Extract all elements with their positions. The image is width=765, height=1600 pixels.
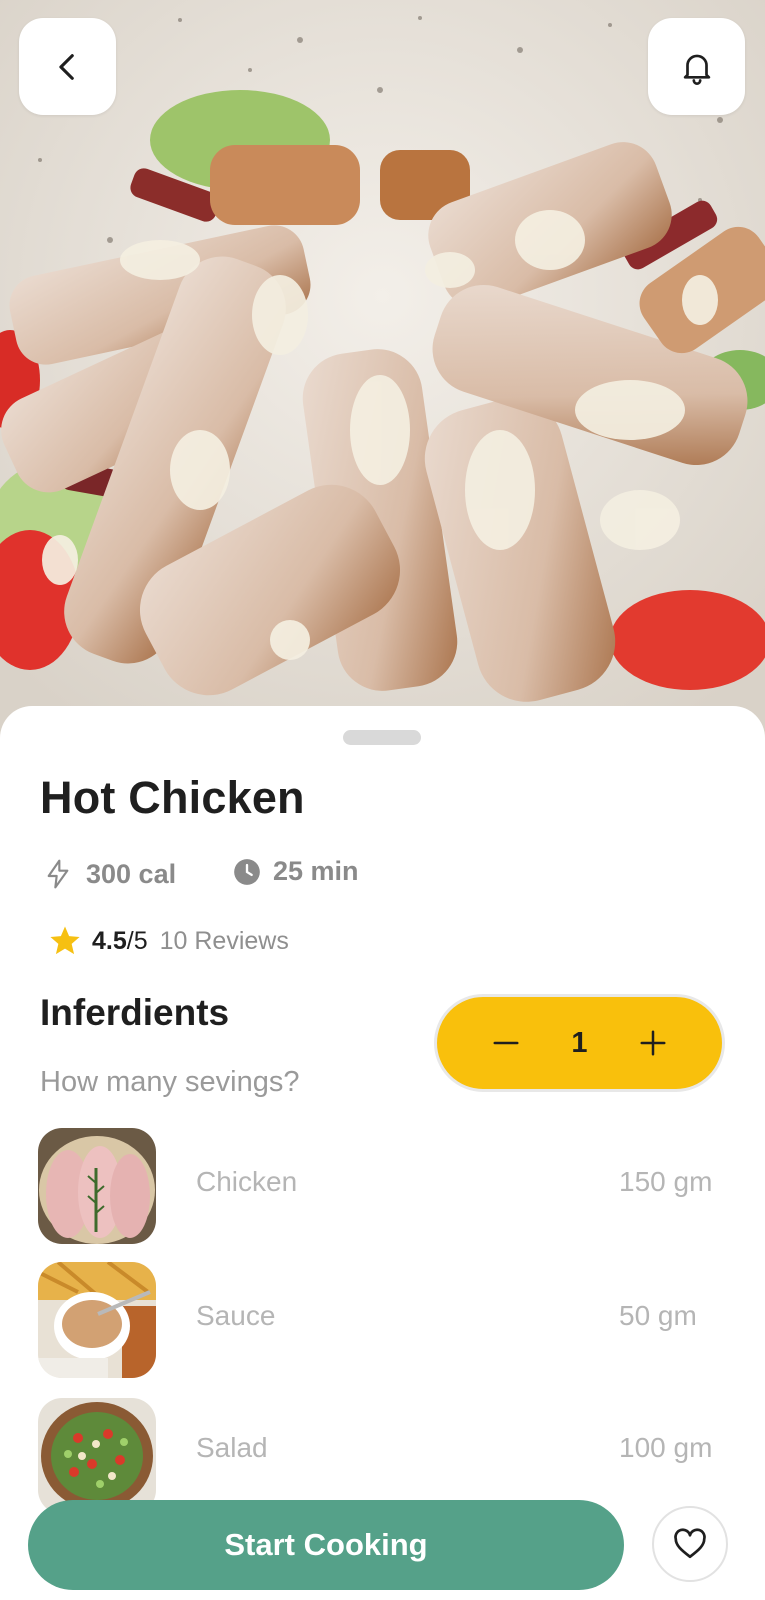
rating: 4.5 /5 10 Reviews	[48, 924, 289, 958]
servings-stepper: 1	[434, 994, 725, 1092]
ingredient-row-sauce[interactable]: Sauce 50 gm	[0, 1262, 765, 1378]
chicken-thumbnail	[38, 1128, 156, 1244]
time-value: 25 min	[273, 856, 359, 886]
ingredients-title: Inferdients	[40, 992, 230, 1033]
servings-question: How many sevings?	[40, 1066, 300, 1098]
favorite-button[interactable]	[652, 1506, 728, 1582]
salad-thumbnail	[38, 1398, 156, 1514]
increase-button[interactable]	[636, 1026, 670, 1060]
notification-button[interactable]	[648, 18, 745, 115]
heart-icon	[674, 1528, 706, 1559]
ingredient-quantity: 150 gm	[619, 1166, 713, 1197]
ingredient-quantity: 100 gm	[619, 1432, 713, 1463]
calories-value: 300 cal	[86, 858, 177, 889]
chevron-left-icon	[58, 53, 74, 80]
rating-score: 4.5	[92, 926, 127, 955]
ingredient-name: Chicken	[196, 1166, 298, 1197]
decrease-button[interactable]	[489, 1026, 523, 1060]
lightning-icon	[47, 859, 69, 889]
plus-icon	[640, 1030, 666, 1056]
calories-info: 300 cal	[42, 856, 176, 892]
clock-icon	[234, 858, 260, 885]
rating-out-of: /5	[126, 926, 148, 955]
reviews-link[interactable]: 10 Reviews	[160, 927, 289, 956]
time-info: 25 min	[233, 856, 359, 887]
ingredient-quantity: 50 gm	[619, 1300, 697, 1331]
back-button[interactable]	[19, 18, 116, 115]
start-cooking-button[interactable]: Start Cooking	[28, 1500, 624, 1590]
bell-icon	[683, 54, 710, 85]
drag-handle[interactable]	[343, 730, 421, 745]
hero-image	[0, 0, 765, 740]
sauce-thumbnail	[38, 1262, 156, 1378]
star-icon	[50, 926, 80, 955]
ingredient-name: Sauce	[196, 1300, 276, 1331]
recipe-title: Hot Chicken	[40, 772, 305, 823]
ingredient-row-salad[interactable]: Salad 100 gm	[0, 1398, 765, 1514]
ingredient-name: Salad	[196, 1432, 268, 1463]
recipe-sheet: Hot Chicken 300 cal 25 min 4.5 /5 10 Rev…	[0, 706, 765, 1600]
minus-icon	[493, 1041, 519, 1045]
ingredient-row-chicken[interactable]: Chicken 150 gm	[0, 1128, 765, 1244]
servings-value: 1	[571, 1026, 588, 1059]
